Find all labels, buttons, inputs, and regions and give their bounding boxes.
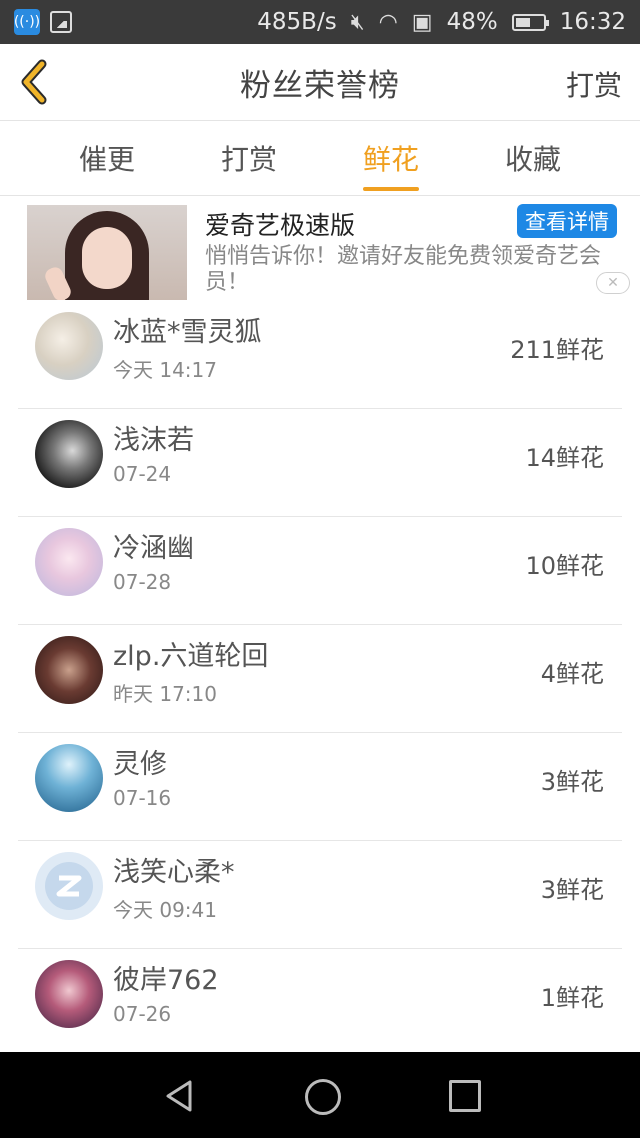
app-header: 粉丝荣誉榜 打赏 (0, 44, 640, 121)
list-item[interactable]: 灵修 07-16 3鲜花 (18, 732, 622, 841)
back-chevron-icon[interactable] (16, 58, 56, 106)
tab-favorites[interactable]: 收藏 (473, 121, 593, 195)
mute-icon: 🔇︎ (350, 9, 365, 35)
avatar (35, 960, 103, 1028)
status-bar: ((·)) 485B/s 🔇︎ ◠ ▣ 48% 16:32 (0, 0, 640, 44)
avatar (35, 744, 103, 812)
fan-time: 今天 14:17 (113, 358, 217, 382)
nav-recents-icon[interactable] (449, 1080, 481, 1112)
fan-name: 彼岸762 (113, 965, 219, 996)
wifi-hotspot-icon: ((·)) (14, 9, 40, 35)
avatar (35, 636, 103, 704)
fan-name: 浅笑心柔* (113, 857, 235, 888)
nav-home-icon[interactable] (305, 1079, 341, 1115)
flower-count: 10鲜花 (525, 552, 604, 580)
net-speed: 485B/s (257, 9, 337, 35)
tab-flowers[interactable]: 鲜花 (331, 121, 451, 195)
ad-image[interactable] (27, 205, 187, 300)
list-item[interactable]: zlp.六道轮回 昨天 17:10 4鲜花 (18, 624, 622, 733)
avatar (35, 312, 103, 380)
system-nav-bar (0, 1052, 640, 1138)
battery-icon (511, 13, 549, 31)
fan-name: zlp.六道轮回 (113, 641, 269, 672)
avatar (35, 420, 103, 488)
list-item[interactable]: 冷涵幽 07-28 10鲜花 (18, 516, 622, 625)
image-icon (50, 11, 72, 33)
list-item[interactable]: 浅沫若 07-24 14鲜花 (18, 408, 622, 517)
list-item[interactable]: 彼岸762 07-26 1鲜花 (18, 948, 622, 1057)
flower-count: 211鲜花 (510, 336, 604, 364)
ad-banner[interactable]: 爱奇艺极速版 查看详情 悄悄告诉你！邀请好友能免费领爱奇艺会员！ (0, 196, 640, 300)
page-title: 粉丝荣誉榜 (240, 67, 400, 104)
fan-name: 灵修 (113, 749, 167, 780)
flower-count: 4鲜花 (540, 660, 604, 688)
sim-icon: ▣ (411, 9, 433, 35)
list-item[interactable]: 冰蓝*雪灵狐 今天 14:17 211鲜花 (18, 300, 622, 409)
tab-reward[interactable]: 打赏 (189, 121, 309, 195)
fan-time: 07-24 (113, 462, 172, 486)
fan-time: 07-16 (113, 786, 172, 810)
flower-count: 3鲜花 (540, 768, 604, 796)
ad-description: 悄悄告诉你！邀请好友能免费领爱奇艺会员！ (205, 244, 602, 295)
fan-time: 07-28 (113, 570, 172, 594)
tab-bar: 催更 打赏 鲜花 收藏 (0, 121, 640, 196)
wifi-icon: ◠ (378, 9, 398, 35)
flower-count: 1鲜花 (540, 984, 604, 1012)
flower-count: 14鲜花 (525, 444, 604, 472)
avatar (35, 528, 103, 596)
default-avatar-icon (45, 862, 93, 910)
fan-name: 浅沫若 (113, 425, 194, 456)
reward-button[interactable]: 打赏 (566, 64, 622, 104)
fan-name: 冰蓝*雪灵狐 (113, 317, 262, 348)
list-item[interactable]: 浅笑心柔* 今天 09:41 3鲜花 (18, 840, 622, 949)
battery-percent: 48% (446, 9, 498, 35)
avatar (35, 852, 103, 920)
fan-time: 今天 09:41 (113, 898, 217, 922)
ad-close-icon[interactable]: ✕ (596, 272, 630, 294)
nav-back-icon[interactable] (160, 1076, 200, 1116)
tab-urge[interactable]: 催更 (47, 121, 167, 195)
flower-count: 3鲜花 (540, 876, 604, 904)
ad-details-button[interactable]: 查看详情 (517, 204, 617, 238)
fan-time: 07-26 (113, 1002, 172, 1026)
fan-name: 冷涵幽 (113, 533, 194, 564)
clock: 16:32 (559, 9, 626, 35)
fan-time: 昨天 17:10 (113, 682, 217, 706)
ad-title: 爱奇艺极速版 (205, 211, 356, 240)
